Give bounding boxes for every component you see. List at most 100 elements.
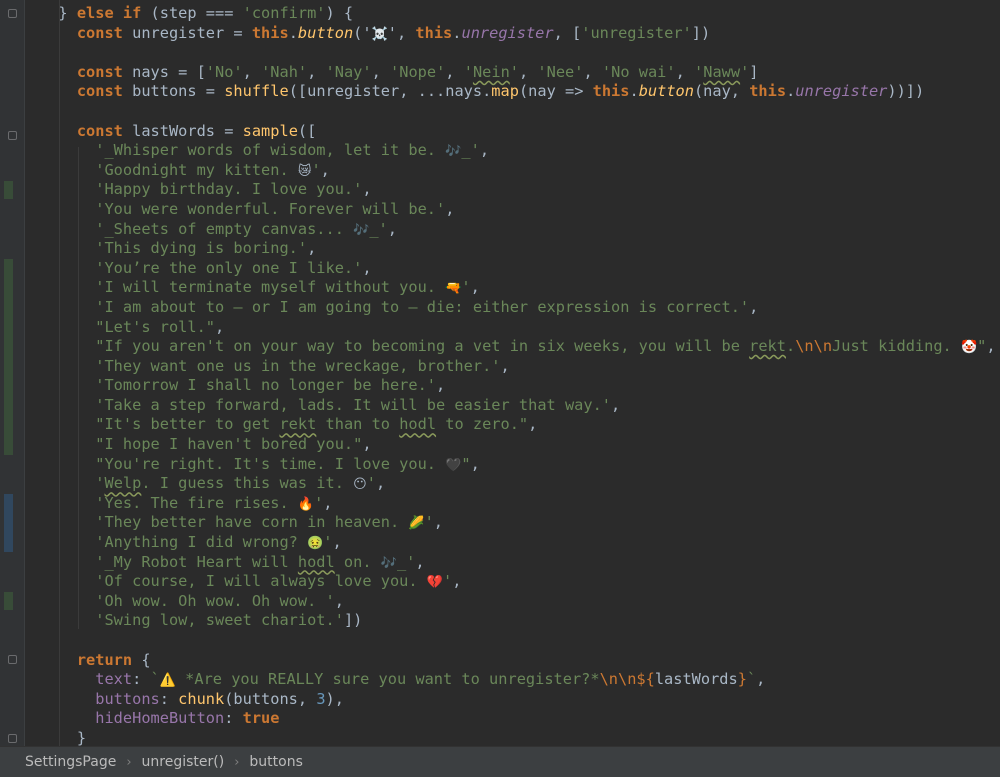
code-line[interactable]: "You're right. It's time. I love you. 🖤"… — [40, 455, 996, 475]
change-marker-added[interactable] — [4, 259, 13, 455]
code-line[interactable]: } — [40, 729, 996, 746]
code-token: 'You’re the only one I like.' — [95, 258, 363, 277]
code-line[interactable]: "It's better to get rekt than to hodl to… — [40, 415, 996, 435]
code-line[interactable]: 'I am about to – or I am going to – die:… — [40, 298, 996, 318]
code-token: , — [362, 435, 372, 454]
code-line[interactable]: 'Welp. I guess this was it. 😶', — [40, 474, 996, 494]
code-line[interactable]: text: `⚠️ *Are you REALLY sure you want … — [40, 670, 996, 690]
code-token: ' — [463, 62, 473, 81]
code-line[interactable]: 'Take a step forward, lads. It will be e… — [40, 396, 996, 416]
code-token: , — [307, 239, 317, 258]
fold-toggle-icon[interactable] — [8, 131, 17, 140]
code-token: 'Yes. The fire rises. — [95, 493, 298, 512]
code-token: , — [387, 219, 397, 238]
code-token: , — [362, 180, 372, 199]
code-line[interactable]: 'Tomorrow I shall no longer be here.', — [40, 376, 996, 396]
code-token: text — [95, 670, 133, 689]
code-token: 'No wai' — [601, 62, 676, 81]
code-line[interactable]: "Let's roll.", — [40, 318, 996, 338]
code-line[interactable]: '_My Robot Heart will hodl on. 🎶_', — [40, 553, 996, 573]
editor-gutter[interactable] — [0, 0, 24, 746]
breadcrumb-item[interactable]: SettingsPage — [25, 754, 116, 770]
code-token: , — [445, 199, 455, 218]
code-line[interactable]: 'You were wonderful. Forever will be.', — [40, 200, 996, 220]
code-line[interactable]: 'This dying is boring.', — [40, 239, 996, 259]
code-line[interactable]: 'I will terminate myself without you. 🔫'… — [40, 278, 996, 298]
code-line[interactable]: const buttons = shuffle([unregister, ...… — [40, 82, 996, 102]
code-token: 'Goodnight my kitten. — [95, 160, 298, 179]
breadcrumb-item[interactable]: buttons — [249, 754, 302, 770]
code-token: ]) — [343, 611, 363, 630]
code-token: ([ — [297, 121, 317, 140]
code-token: '_Whisper words of wisdom, let it be. — [95, 141, 446, 160]
code-editor[interactable]: } else if (step === 'confirm') { const u… — [0, 0, 1000, 746]
code-line[interactable]: const nays = ['No', 'Nah', 'Nay', 'Nope'… — [40, 63, 996, 83]
breadcrumb-item[interactable]: unregister() — [142, 754, 225, 770]
fold-toggle-icon[interactable] — [8, 9, 17, 18]
code-token: , — [528, 415, 538, 434]
code-token: 'Nee' — [537, 62, 584, 81]
code-line[interactable]: "I hope I haven't bored you.", — [40, 435, 996, 455]
code-line[interactable]: const lastWords = sample([ — [40, 122, 996, 142]
fold-toggle-icon[interactable] — [8, 734, 17, 743]
code-line[interactable]: 'You’re the only one I like.', — [40, 259, 996, 279]
emoji-glyph: 🔥 — [297, 496, 315, 512]
code-line[interactable]: 'Oh wow. Oh wow. Oh wow. ', — [40, 592, 996, 612]
code-token: 'No' — [205, 62, 243, 81]
code-line[interactable]: "If you aren't on your way to becoming a… — [40, 337, 995, 357]
code-line[interactable] — [40, 102, 996, 122]
code-content[interactable]: } else if (step === 'confirm') { const u… — [40, 4, 996, 746]
code-line[interactable]: return { — [40, 651, 996, 671]
code-line[interactable]: 'They better have corn in heaven. 🌽', — [40, 513, 996, 533]
code-token: 'Happy birthday. I love you.' — [95, 180, 363, 199]
code-line[interactable]: '_Sheets of empty canvas... 🎶_', — [40, 220, 996, 240]
code-token: , — [436, 376, 446, 395]
code-token: hodl — [399, 415, 437, 434]
code-token: "It's better to get — [95, 415, 280, 434]
code-token: ' — [424, 513, 434, 532]
emoji-glyph: 😶 — [353, 477, 367, 493]
code-line[interactable] — [40, 631, 996, 651]
code-token: than to — [316, 415, 400, 434]
code-token: , — [307, 62, 326, 81]
code-line[interactable]: 'Happy birthday. I love you.', — [40, 180, 996, 200]
code-token: , — [375, 474, 386, 493]
code-token: 'unregister' — [581, 23, 692, 42]
code-token: unregister — [461, 23, 554, 42]
code-line[interactable] — [40, 43, 996, 63]
change-marker-added[interactable] — [4, 592, 13, 610]
code-token: button — [297, 23, 354, 42]
code-line[interactable]: 'Anything I did wrong? 🤢', — [40, 533, 996, 553]
code-token: , — [479, 141, 490, 160]
code-token: "I hope I haven't bored you." — [95, 435, 363, 454]
code-token: , — [371, 62, 391, 81]
change-marker-modified[interactable] — [4, 494, 13, 552]
code-line[interactable]: 'They want one us in the wreckage, broth… — [40, 357, 996, 377]
code-line[interactable]: const unregister = this.button('☠️', thi… — [40, 24, 996, 44]
change-marker-added[interactable] — [4, 181, 13, 199]
fold-toggle-icon[interactable] — [8, 655, 17, 664]
code-line[interactable]: 'Yes. The fire rises. 🔥', — [40, 494, 996, 514]
code-line[interactable]: 'Of course, I will always love you. 💔', — [40, 572, 996, 592]
code-token: nays = [ — [122, 62, 206, 81]
code-line[interactable]: hideHomeButton: true — [40, 709, 996, 729]
code-line[interactable]: } else if (step === 'confirm') { — [40, 4, 996, 24]
code-line[interactable]: buttons: chunk(buttons, 3), — [40, 690, 996, 710]
code-token: , — [215, 317, 225, 336]
code-token: sample — [242, 121, 298, 140]
code-line[interactable]: '_Whisper words of wisdom, let it be. 🎶_… — [40, 141, 996, 161]
code-token: 'Nay' — [325, 62, 372, 81]
code-token: 'Swing low, sweet chariot.' — [95, 611, 344, 630]
code-line[interactable]: 'Goodnight my kitten. 😿', — [40, 161, 996, 181]
code-token: ` — [150, 670, 160, 689]
code-line[interactable]: 'Swing low, sweet chariot.']) — [40, 611, 996, 631]
code-token: 'Tomorrow I shall no longer be here.' — [95, 376, 437, 395]
code-token: _' — [396, 552, 416, 571]
code-token: ] — [749, 62, 759, 81]
